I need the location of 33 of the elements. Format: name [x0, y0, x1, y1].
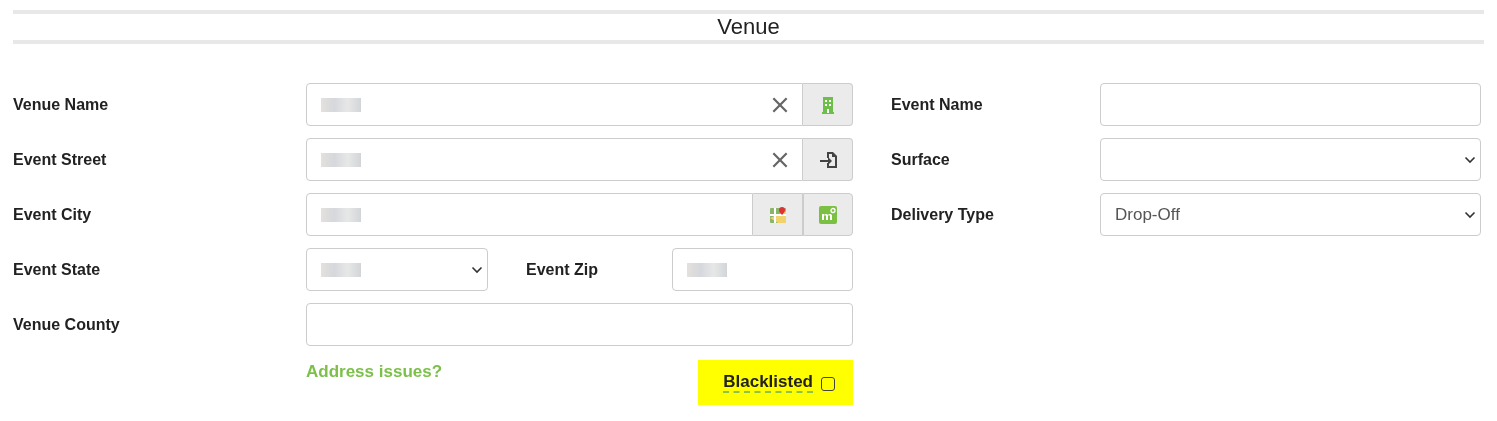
field-label: Venue County	[13, 315, 121, 334]
field-label: Delivery Type	[891, 205, 995, 224]
input-field[interactable]	[306, 193, 753, 236]
addon-button[interactable]	[803, 138, 853, 181]
map-icon	[768, 205, 787, 224]
blacklisted-label: Blacklisted	[723, 372, 813, 393]
select-field[interactable]	[306, 248, 488, 291]
chevron-icon	[1464, 210, 1476, 219]
input-field[interactable]	[306, 138, 803, 181]
field-label: Event State	[13, 260, 102, 279]
input-field[interactable]	[306, 303, 853, 346]
section-title: Venue	[717, 14, 780, 40]
field-label: Surface	[891, 150, 951, 169]
input-field[interactable]	[672, 248, 853, 291]
checkbox[interactable]	[821, 377, 835, 391]
redacted-value	[321, 207, 361, 222]
chevron-icon	[471, 265, 483, 274]
input-field[interactable]	[306, 83, 803, 126]
select-field[interactable]: Drop-Off	[1100, 193, 1481, 236]
field-label: Venue Name	[13, 95, 110, 114]
field-label: Event Zip	[525, 260, 599, 279]
field-label: Event Name	[891, 95, 984, 114]
redacted-value	[687, 262, 727, 277]
redacted-value	[321, 152, 361, 167]
file-import-icon	[818, 150, 837, 169]
input-field[interactable]	[1100, 83, 1481, 126]
redacted-value	[321, 97, 361, 112]
select-value: Drop-Off	[1115, 204, 1180, 225]
select-field[interactable]	[1100, 138, 1481, 181]
chevron-icon	[1464, 155, 1476, 164]
field-label: Event City	[13, 205, 93, 224]
field-label: Event Street	[13, 150, 108, 169]
redacted-value	[321, 262, 361, 277]
